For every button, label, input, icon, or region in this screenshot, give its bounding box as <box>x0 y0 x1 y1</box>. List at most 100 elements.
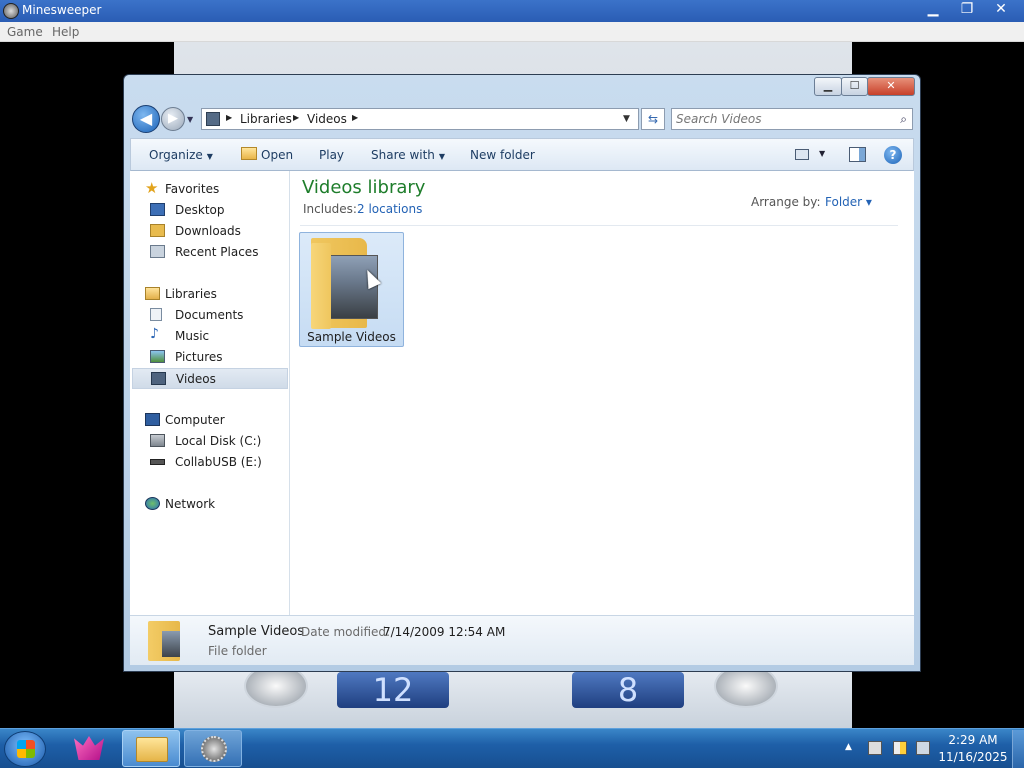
new-folder-button[interactable]: New folder <box>470 148 535 162</box>
recent-pages-dropdown[interactable]: ▼ <box>187 115 193 124</box>
sidebar-item-label: Libraries <box>165 287 217 301</box>
videos-library-icon <box>206 112 220 126</box>
view-options-dropdown[interactable]: ▼ <box>819 149 825 158</box>
minesweeper-minimize-button[interactable]: ▁ <box>916 0 950 20</box>
back-button[interactable]: ◀ <box>132 105 160 133</box>
sidebar-item-label: Pictures <box>175 350 223 364</box>
minesweeper-title: Minesweeper <box>22 3 102 17</box>
sidebar-item-recent-places[interactable]: Recent Places <box>130 242 290 263</box>
sidebar-item-downloads[interactable]: Downloads <box>130 221 290 242</box>
breadcrumb-separator-icon[interactable]: ▶ <box>226 113 232 122</box>
arrange-by-dropdown[interactable]: Folder ▾ <box>825 195 872 209</box>
details-type: File folder <box>208 644 267 658</box>
taskbar-minesweeper-button[interactable] <box>184 730 242 767</box>
volume-muted-icon[interactable] <box>916 741 930 755</box>
sidebar-item-videos[interactable]: Videos <box>132 368 288 389</box>
sidebar-item-desktop[interactable]: Desktop <box>130 200 290 221</box>
video-thumbnail <box>162 631 180 657</box>
sidebar-item-music[interactable]: ♪ Music <box>130 326 290 347</box>
network-icon <box>145 497 160 510</box>
pink-app-icon <box>74 736 104 760</box>
breadcrumb-separator-icon[interactable]: ▶ <box>352 113 358 122</box>
folder-label: Sample Videos <box>307 330 396 344</box>
address-bar[interactable]: ▶ Libraries ▶ Videos ▶ ▼ <box>201 108 639 130</box>
sidebar-item-collabusb[interactable]: CollabUSB (E:) <box>130 452 290 473</box>
sidebar-item-favorites[interactable]: ★ Favorites <box>130 179 290 200</box>
chevron-down-icon: ▼ <box>438 152 446 161</box>
share-with-button[interactable]: Share with ▼ <box>371 148 445 162</box>
organize-button[interactable]: Organize ▼ <box>149 148 213 162</box>
action-center-flag-icon[interactable] <box>868 741 882 755</box>
folder-item-sample-videos[interactable]: Sample Videos <box>299 232 404 347</box>
minesweeper-menubar <box>0 22 1024 42</box>
search-icon[interactable]: ⌕ <box>900 112 907 127</box>
network-status-icon[interactable] <box>893 741 907 755</box>
sidebar-item-libraries[interactable]: Libraries <box>130 284 290 305</box>
mine-icon <box>3 3 19 19</box>
star-icon: ★ <box>145 179 159 197</box>
sidebar-item-label: Local Disk (C:) <box>175 434 262 448</box>
explorer-minimize-button[interactable]: ▁ <box>814 77 842 96</box>
navigation-pane: ★ Favorites Desktop Downloads Recent Pla… <box>130 171 290 615</box>
sidebar-item-pictures[interactable]: Pictures <box>130 347 290 368</box>
details-pane: Sample Videos Date modified: 7/14/2009 1… <box>130 615 914 665</box>
folder-open-icon <box>241 147 257 160</box>
sidebar-item-label: Desktop <box>175 203 225 217</box>
play-button[interactable]: Play <box>319 148 344 162</box>
address-history-dropdown[interactable]: ▼ <box>623 114 630 124</box>
video-film-icon <box>151 372 166 385</box>
minesweeper-restore-button[interactable]: ❐ <box>950 0 984 20</box>
show-hidden-icons-button[interactable]: ▲ <box>845 742 852 752</box>
sidebar-item-local-disk[interactable]: Local Disk (C:) <box>130 431 290 452</box>
folder-icon <box>136 737 168 762</box>
search-box[interactable]: ⌕ <box>671 108 913 130</box>
share-with-label: Share with <box>371 148 435 162</box>
sidebar-item-computer[interactable]: Computer <box>130 410 290 431</box>
arrange-by-label: Arrange by: <box>751 195 821 209</box>
music-note-icon: ♪ <box>150 326 159 342</box>
clock-date[interactable]: 11/16/2025 <box>930 750 1016 764</box>
change-view-icon[interactable] <box>795 149 809 160</box>
hard-drive-icon <box>150 434 165 447</box>
minesweeper-titlebar <box>0 0 1024 22</box>
sidebar-item-label: Videos <box>176 372 216 386</box>
breadcrumb-libraries[interactable]: Libraries <box>240 112 292 126</box>
menu-game[interactable]: Game <box>7 25 43 39</box>
taskbar-explorer-button[interactable] <box>122 730 180 767</box>
pictures-icon <box>150 350 165 363</box>
breadcrumb-separator-icon[interactable]: ▶ <box>293 113 299 122</box>
content-pane: Videos library Includes: 2 locations Arr… <box>290 171 914 615</box>
help-icon[interactable]: ? <box>884 146 902 164</box>
sidebar-item-documents[interactable]: Documents <box>130 305 290 326</box>
mines-counter: 8 <box>572 672 684 708</box>
sidebar-item-label: Music <box>175 329 210 343</box>
refresh-button[interactable]: ⇆ <box>641 108 665 130</box>
open-button[interactable]: Open <box>261 148 293 162</box>
libraries-icon <box>145 287 160 300</box>
explorer-close-button[interactable]: ✕ <box>867 77 915 96</box>
preview-pane-icon[interactable] <box>849 147 866 162</box>
explorer-maximize-button[interactable]: ☐ <box>841 77 868 96</box>
breadcrumb-videos[interactable]: Videos <box>307 112 347 126</box>
forward-button[interactable]: ▶ <box>161 107 185 131</box>
downloads-folder-icon <box>150 224 165 237</box>
windows-logo-icon <box>17 740 35 758</box>
details-name: Sample Videos <box>208 624 305 639</box>
sidebar-item-network[interactable]: Network <box>130 494 290 515</box>
search-input[interactable] <box>676 111 886 127</box>
library-title: Videos library <box>302 177 426 198</box>
show-desktop-button[interactable] <box>1012 730 1024 768</box>
organize-label: Organize <box>149 148 203 162</box>
menu-help[interactable]: Help <box>52 25 79 39</box>
usb-drive-icon <box>150 459 165 465</box>
locations-link[interactable]: 2 locations <box>357 202 422 216</box>
folder-icon <box>148 621 180 661</box>
sidebar-item-label: Documents <box>175 308 244 322</box>
start-button[interactable] <box>4 731 46 767</box>
timer-counter: 12 <box>337 672 449 708</box>
taskbar-app-button[interactable] <box>60 730 118 767</box>
sidebar-item-label: Downloads <box>175 224 241 238</box>
minesweeper-close-button[interactable]: ✕ <box>984 0 1018 20</box>
date-modified-label: Date modified: <box>301 625 391 639</box>
clock-time[interactable]: 2:29 AM <box>930 733 1016 747</box>
